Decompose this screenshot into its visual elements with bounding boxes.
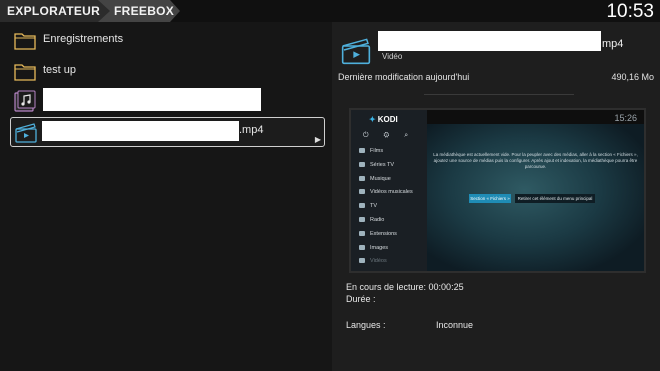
- video-clapper-icon: [15, 123, 37, 143]
- breadcrumb-current-label: FREEBOX: [114, 4, 175, 18]
- preview-menu-item: Images: [359, 245, 413, 259]
- preview-menu-item: Vidéos: [359, 258, 413, 272]
- folder-icon: [14, 33, 36, 50]
- preview-menu-item: Films: [359, 148, 413, 162]
- breadcrumb-current[interactable]: FREEBOX: [98, 0, 180, 22]
- preview-menu-item: Vidéos musicales: [359, 189, 413, 203]
- video-preview[interactable]: ✦ KODI ⏻⚙⌕ Films Séries TV Musique Vidéos…: [349, 108, 646, 273]
- languages-label: Langues :: [346, 320, 386, 330]
- languages-value: Inconnue: [436, 320, 474, 330]
- details-panel: mp4 Vidéo Dernière modification aujourd'…: [332, 22, 660, 371]
- file-list: Enregistrements test up .mp4 ▶: [0, 22, 332, 371]
- redacted-file-name: [43, 88, 261, 111]
- preview-button-files: Section « Fichiers »: [469, 194, 511, 203]
- preview-menu-item: Musique: [359, 176, 413, 190]
- file-extension: .mp4: [239, 124, 264, 136]
- list-item-folder[interactable]: test up: [10, 58, 323, 86]
- file-type-label: Vidéo: [382, 52, 403, 61]
- playback-position: En cours de lecture: 00:00:25: [346, 282, 464, 292]
- redacted-title: [378, 31, 601, 51]
- file-name: test up: [43, 64, 77, 76]
- file-name: Enregistrements: [43, 33, 124, 45]
- preview-clock: 15:26: [614, 113, 637, 123]
- preview-toolbar-icons: ⏻⚙⌕: [363, 132, 424, 139]
- video-clapper-icon: [341, 38, 371, 65]
- music-note-icon: [14, 90, 36, 112]
- clock: 10:53: [606, 1, 654, 22]
- preview-menu-item: Radio: [359, 217, 413, 231]
- top-bar: EXPLORATEUR FREEBOX 10:53: [0, 0, 660, 22]
- folder-icon: [14, 64, 36, 81]
- play-icon: ▶: [314, 135, 321, 144]
- preview-button-remove: Retirer cet élément du menu principal: [515, 194, 595, 203]
- kodi-logo: ✦ KODI: [369, 115, 398, 124]
- breadcrumb-root-label: EXPLORATEUR: [7, 4, 101, 18]
- list-item-video-selected[interactable]: .mp4 ▶: [10, 117, 325, 147]
- list-item-audio[interactable]: [10, 87, 323, 115]
- file-title-suffix: mp4: [602, 38, 624, 50]
- preview-menu: Films Séries TV Musique Vidéos musicales…: [359, 148, 413, 272]
- preview-sidebar: ✦ KODI ⏻⚙⌕ Films Séries TV Musique Vidéos…: [351, 110, 427, 271]
- preview-message: La médiathèque est actuellement vide. Po…: [433, 152, 638, 169]
- preview-menu-item: Séries TV: [359, 162, 413, 176]
- duration: Durée :: [346, 294, 376, 304]
- preview-menu-item: TV: [359, 203, 413, 217]
- file-size: 490,16 Mo: [611, 72, 654, 82]
- preview-content: La médiathèque est actuellement vide. Po…: [427, 124, 644, 271]
- modified-date: Dernière modification aujourd'hui: [338, 72, 470, 82]
- divider: [424, 94, 574, 95]
- preview-menu-item: Extensions: [359, 231, 413, 245]
- redacted-file-name: [42, 121, 239, 141]
- list-item-folder[interactable]: Enregistrements: [10, 27, 323, 55]
